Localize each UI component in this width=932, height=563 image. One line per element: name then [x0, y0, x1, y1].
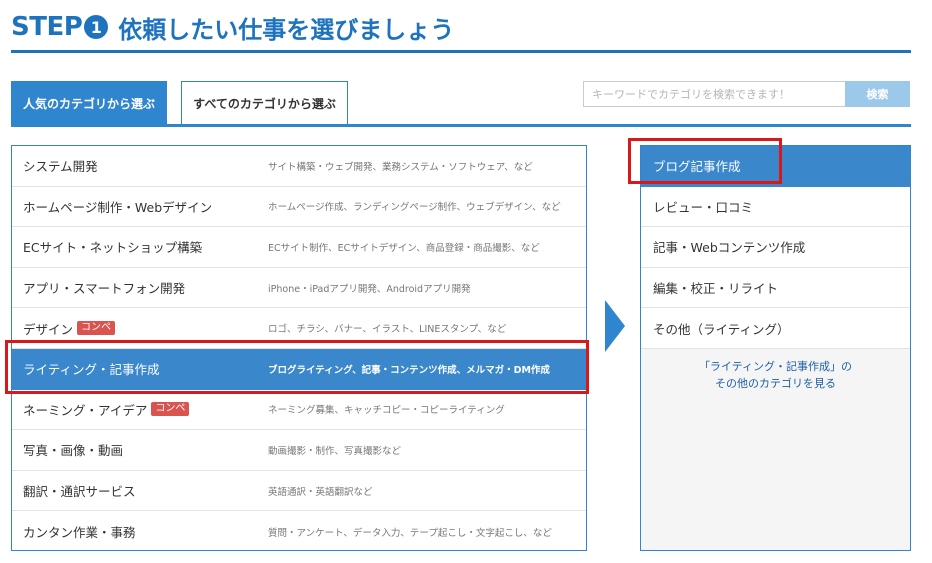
subcategory-item-web-content[interactable]: 記事・Webコンテンツ作成	[641, 227, 910, 268]
search-button[interactable]: 検索	[845, 81, 910, 107]
tab-divider	[11, 124, 911, 127]
category-description: ネーミング募集、キャッチコピー・コピーライティング	[268, 405, 505, 417]
category-description: 質問・アンケート、データ入力、テープ起こし・文字起こし、など	[268, 527, 552, 539]
category-row-naming-idea[interactable]: ネーミング・アイデア コンペ ネーミング募集、キャッチコピー・コピーライティング	[12, 390, 586, 431]
category-list: システム開発 サイト構築・ウェブ開発、業務システム・ソフトウェア、など ホームペ…	[11, 145, 587, 551]
more-link-line2: その他のカテゴリを見る	[715, 377, 836, 390]
category-name: デザイン コンペ	[23, 319, 116, 338]
tab-popular-categories[interactable]: 人気のカテゴリから選ぶ	[11, 81, 167, 125]
step-title-text: 依頼したい仕事を選びましょう	[118, 15, 455, 44]
category-name: ネーミング・アイデア コンペ	[23, 400, 190, 419]
category-description: 動画撮影・制作、写真撮影など	[268, 445, 402, 457]
category-name: 翻訳・通訳サービス	[23, 484, 136, 500]
category-row-design[interactable]: デザイン コンペ ロゴ、チラシ、バナー、イラスト、LINEスタンプ、など	[12, 308, 586, 349]
category-name: カンタン作業・事務	[23, 525, 136, 541]
category-row-ec-site[interactable]: ECサイト・ネットショップ構築 ECサイト制作、ECサイトデザイン、商品登録・商…	[12, 227, 586, 268]
category-row-writing[interactable]: ライティング・記事作成 ブログライティング、記事・コンテンツ作成、メルマガ・DM…	[12, 349, 586, 390]
category-description: iPhone・iPadアプリ開発、Androidアプリ開発	[268, 283, 471, 295]
category-description: サイト構築・ウェブ開発、業務システム・ソフトウェア、など	[268, 161, 533, 173]
category-name: ホームページ制作・Webデザイン	[23, 199, 213, 215]
category-name: ECサイト・ネットショップ構築	[23, 240, 203, 256]
subcategory-item-review[interactable]: レビュー・口コミ	[641, 186, 910, 228]
category-description: 英語通訳・英語翻訳など	[268, 486, 373, 498]
contest-badge: コンペ	[151, 402, 190, 417]
category-description: ECサイト制作、ECサイトデザイン、商品登録・商品撮影、など	[268, 242, 540, 254]
subcategory-item-other-writing[interactable]: その他（ライティング）	[641, 308, 910, 349]
category-description: ホームページ作成、ランディングページ制作、ウェブデザイン、など	[268, 202, 561, 214]
category-description: ブログライティング、記事・コンテンツ作成、メルマガ・DM作成	[268, 364, 550, 376]
category-description: ロゴ、チラシ、バナー、イラスト、LINEスタンプ、など	[268, 324, 507, 336]
more-link-line1: 「ライティング・記事作成」の	[698, 360, 853, 373]
subcategory-item-editing[interactable]: 編集・校正・リライト	[641, 267, 910, 309]
subcategory-panel: ブログ記事作成 レビュー・口コミ 記事・Webコンテンツ作成 編集・校正・リライ…	[640, 145, 911, 551]
arrow-right-icon	[605, 300, 625, 352]
contest-badge: コンペ	[77, 321, 116, 336]
category-search-input[interactable]	[583, 81, 846, 107]
category-row-simple-tasks[interactable]: カンタン作業・事務 質問・アンケート、データ入力、テープ起こし・文字起こし、など	[12, 511, 586, 552]
step-label: STEP	[11, 12, 83, 42]
title-divider	[11, 50, 911, 53]
page-title: STEP 1 依頼したい仕事を選びましょう	[11, 8, 454, 46]
category-row-translation[interactable]: 翻訳・通訳サービス 英語通訳・英語翻訳など	[12, 471, 586, 512]
category-name: ライティング・記事作成	[23, 362, 160, 378]
category-row-homepage-web-design[interactable]: ホームページ制作・Webデザイン ホームページ作成、ランディングページ制作、ウェ…	[12, 187, 586, 228]
tab-all-categories[interactable]: すべてのカテゴリから選ぶ	[181, 81, 348, 125]
category-name: 写真・画像・動画	[23, 443, 124, 459]
category-row-photo-video[interactable]: 写真・画像・動画 動画撮影・制作、写真撮影など	[12, 430, 586, 471]
category-row-app-dev[interactable]: アプリ・スマートフォン開発 iPhone・iPadアプリ開発、Androidアプ…	[12, 268, 586, 309]
subcategory-item-blog-article[interactable]: ブログ記事作成	[641, 146, 910, 187]
more-subcategories-link[interactable]: 「ライティング・記事作成」の その他のカテゴリを見る	[641, 358, 910, 392]
step-number-circle-icon: 1	[84, 15, 109, 39]
category-name: アプリ・スマートフォン開発	[23, 281, 186, 297]
category-name: システム開発	[23, 159, 98, 175]
category-row-system-dev[interactable]: システム開発 サイト構築・ウェブ開発、業務システム・ソフトウェア、など	[12, 146, 586, 187]
